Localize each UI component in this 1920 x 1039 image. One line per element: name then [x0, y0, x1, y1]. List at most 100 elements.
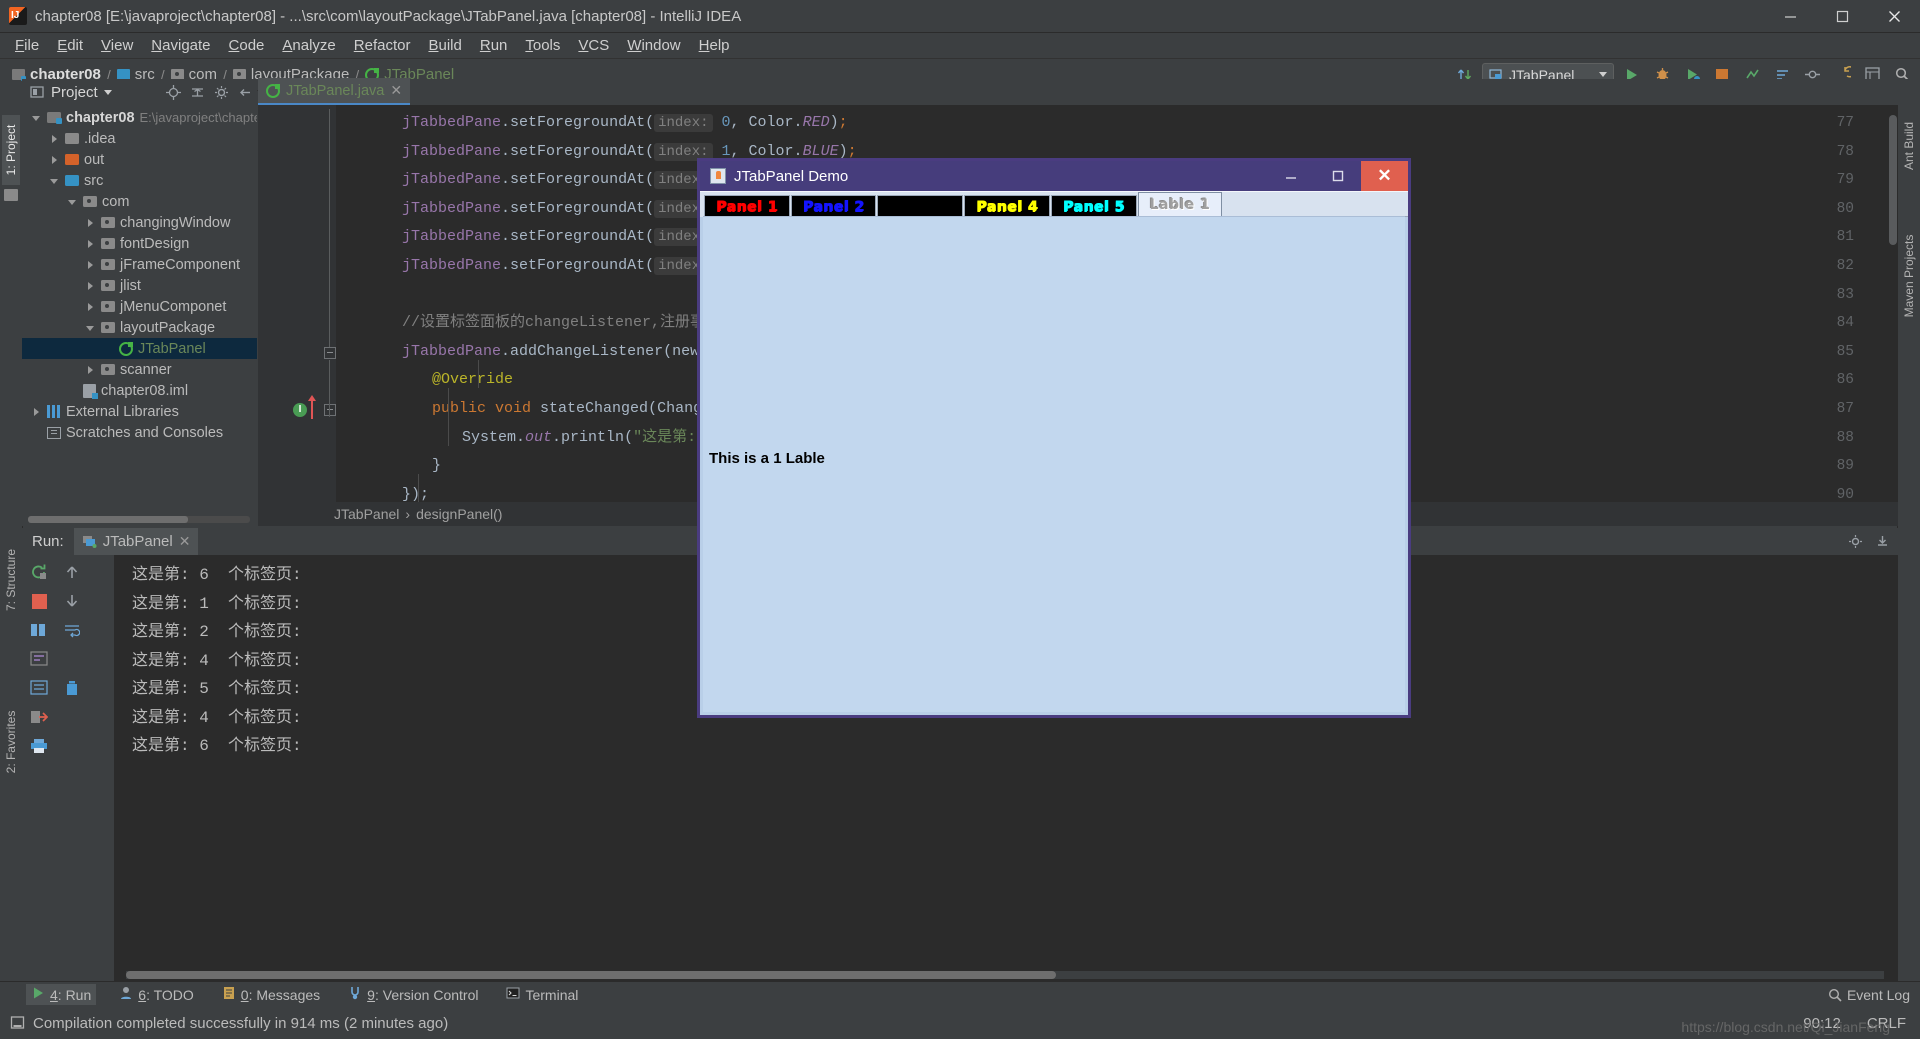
editor-tab-JTabPanel[interactable]: JTabPanel.java ✕	[258, 78, 411, 105]
print-icon[interactable]	[26, 733, 52, 759]
tree-node-chapter08[interactable]: chapter08 E:\javaproject\chapte	[22, 107, 257, 128]
code-line[interactable]: @Override	[402, 366, 513, 394]
tree-node-layoutpackage[interactable]: layoutPackage	[22, 317, 257, 338]
tree-node-fontdesign[interactable]: fontDesign	[22, 233, 257, 254]
chevron-right-icon[interactable]	[50, 134, 60, 144]
tool-window-button-terminal[interactable]: Terminal	[501, 984, 583, 1005]
code-line[interactable]: }	[402, 452, 441, 480]
tree-node-jmenucomponet[interactable]: jMenuComponet	[22, 296, 257, 317]
tree-node-jtabpanel[interactable]: JTabPanel	[22, 338, 257, 359]
tool-window-project[interactable]: 1: Project	[2, 115, 20, 185]
code-fold-toggle[interactable]	[324, 404, 336, 416]
console-horizontal-scrollbar[interactable]	[126, 971, 1884, 979]
demo-close-button[interactable]: ✕	[1361, 161, 1408, 191]
minimize-button[interactable]	[1764, 0, 1816, 32]
tool-window-button-4--run[interactable]: 4: Run	[26, 984, 97, 1005]
override-marker-icon[interactable]	[308, 395, 316, 419]
editor-gutter[interactable]	[258, 105, 336, 502]
tree-node-scratches-and-consoles[interactable]: Scratches and Consoles	[22, 422, 257, 443]
tool-window-button-0--messages[interactable]: 0: Messages	[217, 984, 325, 1005]
tree-node-out[interactable]: out	[22, 149, 257, 170]
event-log-button[interactable]: Event Log	[1827, 987, 1910, 1003]
tool-window-structure[interactable]: 7: Structure	[4, 536, 18, 624]
close-button[interactable]	[1868, 0, 1920, 32]
soft-wrap-icon[interactable]	[26, 646, 52, 672]
chevron-right-icon[interactable]	[86, 218, 96, 228]
project-files-icon[interactable]	[4, 189, 18, 201]
rerun-icon[interactable]	[26, 559, 52, 585]
menu-item-view[interactable]: View	[92, 34, 142, 57]
code-line[interactable]: jTabbedPane.setForegroundAt(index: 4	[402, 223, 731, 251]
close-icon[interactable]: ✕	[179, 533, 191, 550]
tree-node-src[interactable]: src	[22, 170, 257, 191]
chevron-right-icon[interactable]	[32, 407, 42, 417]
collapse-all-icon[interactable]	[190, 85, 205, 100]
code-line[interactable]: jTabbedPane.addChangeListener(new Ch	[402, 338, 726, 366]
tree-node--idea[interactable]: .idea	[22, 128, 257, 149]
tree-node-changingwindow[interactable]: changingWindow	[22, 212, 257, 233]
demo-tab-panel-4[interactable]: Panel 4	[964, 195, 1050, 217]
run-tab-JTabPanel[interactable]: JTabPanel ✕	[73, 528, 199, 555]
scroll-to-end-icon[interactable]	[26, 675, 52, 701]
demo-tab-panel-3[interactable]: Panel 3	[877, 195, 964, 217]
menu-item-vcs[interactable]: VCS	[569, 34, 618, 57]
code-line[interactable]: System.out.println("这是第:	[402, 424, 696, 452]
tree-node-external-libraries[interactable]: External Libraries	[22, 401, 257, 422]
tree-node-jframecomponent[interactable]: jFrameComponent	[22, 254, 257, 275]
menu-item-navigate[interactable]: Navigate	[142, 34, 219, 57]
tool-window-favorites[interactable]: 2: Favorites	[4, 697, 18, 787]
down-arrow-icon[interactable]	[59, 588, 85, 614]
hide-icon[interactable]	[1875, 534, 1890, 549]
demo-tab-panel-1[interactable]: Panel 1	[704, 195, 790, 217]
chevron-down-icon[interactable]	[68, 197, 78, 207]
menu-item-tools[interactable]: Tools	[516, 34, 569, 57]
menu-item-analyze[interactable]: Analyze	[273, 34, 344, 57]
wrap-text-icon[interactable]	[59, 617, 85, 643]
tree-node-chapter08-iml[interactable]: chapter08.iml	[22, 380, 257, 401]
code-line[interactable]: });	[402, 481, 429, 502]
chevron-down-icon[interactable]	[103, 89, 112, 95]
tool-window-ant-build[interactable]: Ant Build	[1902, 111, 1916, 181]
filter-icon[interactable]	[26, 617, 52, 643]
tree-node-com[interactable]: com	[22, 191, 257, 212]
tree-node-scanner[interactable]: scanner	[22, 359, 257, 380]
code-line[interactable]: public void stateChanged(ChangeE	[402, 395, 720, 423]
code-line[interactable]: //设置标签面板的changeListener,注册事	[402, 309, 705, 337]
up-arrow-icon[interactable]	[59, 559, 85, 585]
export-icon[interactable]	[26, 704, 52, 730]
intention-bulb-icon[interactable]: I	[293, 403, 307, 417]
chevron-right-icon[interactable]	[86, 281, 96, 291]
close-icon[interactable]: ✕	[390, 82, 402, 99]
demo-tab-lable-1[interactable]: Lable 1	[1137, 192, 1223, 217]
menu-item-help[interactable]: Help	[690, 34, 739, 57]
jtabpanel-demo-window[interactable]: JTabPanel Demo ✕ Panel 1 Panel 2 Panel 3 Pa…	[697, 158, 1411, 718]
code-line[interactable]: jTabbedPane.setForegroundAt(index: 0, Co…	[402, 109, 848, 137]
gear-icon[interactable]	[214, 85, 229, 100]
gear-icon[interactable]	[1848, 534, 1863, 549]
menu-item-window[interactable]: Window	[618, 34, 689, 57]
chevron-right-icon[interactable]	[86, 302, 96, 312]
chevron-right-icon[interactable]	[86, 365, 96, 375]
tool-window-maven[interactable]: Maven Projects	[1902, 226, 1916, 326]
chevron-right-icon[interactable]	[50, 155, 60, 165]
demo-maximize-button[interactable]	[1314, 161, 1361, 191]
chevron-down-icon[interactable]	[32, 113, 42, 123]
trash-icon[interactable]	[59, 675, 85, 701]
chevron-right-icon[interactable]	[86, 239, 96, 249]
code-fold-toggle[interactable]	[324, 346, 336, 359]
menu-item-file[interactable]: File	[6, 34, 48, 57]
demo-tab-panel-2[interactable]: Panel 2	[790, 195, 877, 217]
demo-tab-panel-5[interactable]: Panel 5	[1050, 195, 1137, 217]
chevron-right-icon[interactable]	[86, 260, 96, 270]
tool-window-button-9--version-control[interactable]: 9: Version Control	[343, 984, 483, 1005]
editor-vertical-scrollbar[interactable]	[1886, 105, 1898, 502]
menu-item-refactor[interactable]: Refactor	[345, 34, 420, 57]
chevron-down-icon[interactable]	[50, 176, 60, 186]
locate-icon[interactable]	[166, 84, 181, 100]
code-line[interactable]: jTabbedPane.setForegroundAt(index: 3	[402, 195, 731, 223]
maximize-button[interactable]	[1816, 0, 1868, 32]
code-line[interactable]: jTabbedPane.setForegroundAt(index: 2	[402, 166, 731, 194]
tree-node-jlist[interactable]: jlist	[22, 275, 257, 296]
menu-item-build[interactable]: Build	[419, 34, 470, 57]
chevron-down-icon[interactable]	[86, 323, 96, 333]
